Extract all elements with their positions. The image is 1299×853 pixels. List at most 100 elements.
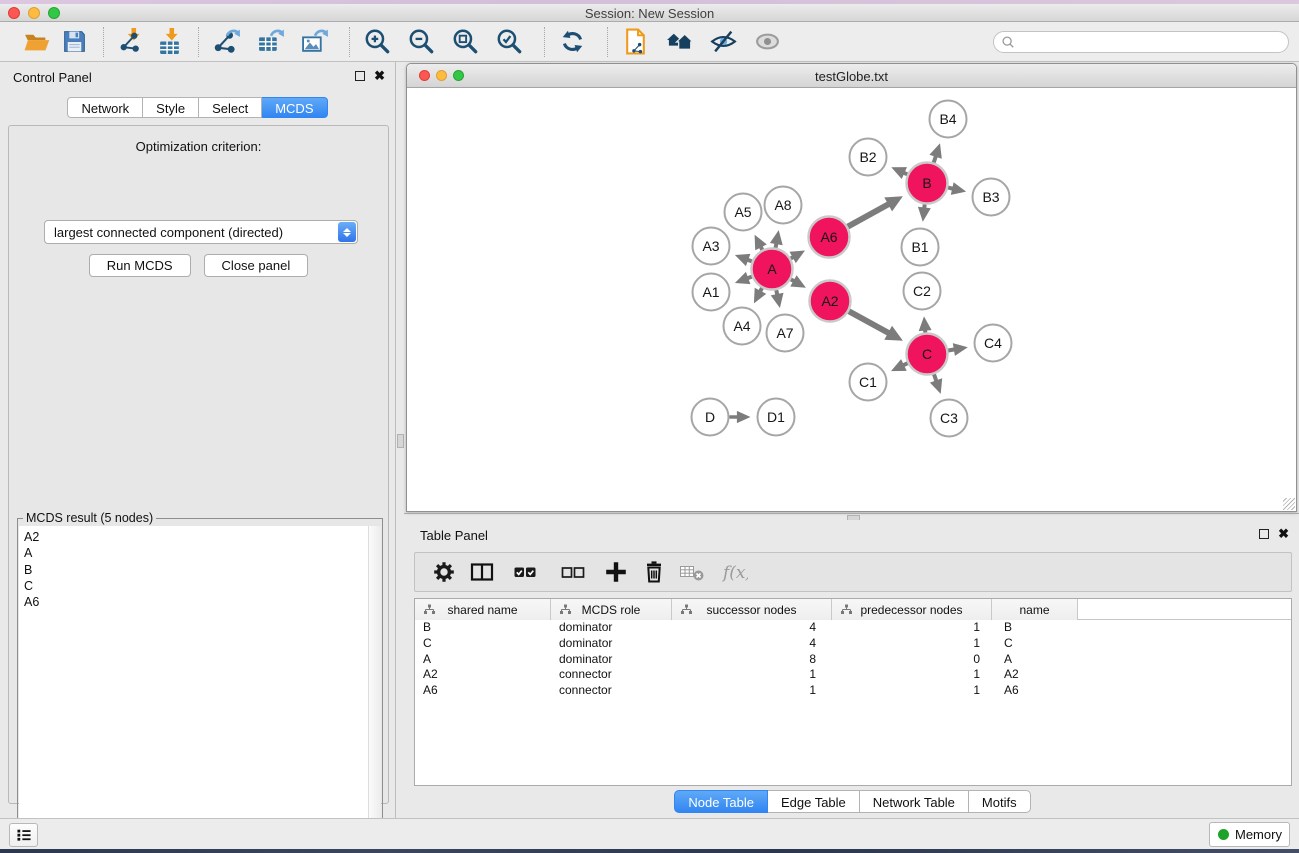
export-network-button[interactable]	[208, 26, 244, 58]
graph-node-C3[interactable]: C3	[931, 400, 968, 437]
close-panel-icon[interactable]: ✖	[374, 68, 385, 84]
graph-node-D[interactable]: D	[692, 399, 729, 436]
table-cell[interactable]: 8	[672, 652, 832, 668]
network-canvas[interactable]: B4B2BB3A8A5A6A3B1AA1C2A2A4A7C4CC1C3DD1	[407, 88, 1296, 511]
memory-button[interactable]: Memory	[1209, 822, 1290, 847]
table-cell[interactable]: A	[415, 652, 551, 668]
first-neighbors-button[interactable]	[661, 26, 697, 58]
graph-node-B4[interactable]: B4	[930, 101, 967, 138]
tab-select[interactable]: Select	[199, 97, 262, 118]
table-cell[interactable]: dominator	[551, 620, 672, 636]
graph-node-B[interactable]: B	[907, 163, 948, 204]
graph-node-A1[interactable]: A1	[693, 274, 730, 311]
run-mcds-button[interactable]: Run MCDS	[89, 254, 191, 277]
network-graph[interactable]: B4B2BB3A8A5A6A3B1AA1C2A2A4A7C4CC1C3DD1	[407, 88, 1296, 511]
table-cell[interactable]: A6	[415, 683, 551, 699]
graph-node-A3[interactable]: A3	[693, 228, 730, 265]
table-cell[interactable]: dominator	[551, 652, 672, 668]
tab-network-table[interactable]: Network Table	[860, 790, 969, 813]
split-view-button[interactable]	[465, 555, 499, 589]
graph-node-B3[interactable]: B3	[973, 179, 1010, 216]
export-image-button[interactable]	[296, 26, 332, 58]
graph-node-B2[interactable]: B2	[850, 139, 887, 176]
optimization-criterion-select[interactable]: largest connected component (directed)	[44, 220, 358, 244]
float-table-panel-icon[interactable]	[1259, 529, 1269, 539]
tab-network[interactable]: Network	[67, 97, 143, 118]
graph-node-A6[interactable]: A6	[809, 217, 850, 258]
table-cell[interactable]: 4	[672, 636, 832, 652]
result-list-scrollbar[interactable]	[368, 526, 381, 853]
table-cell[interactable]: 1	[672, 683, 832, 699]
table-cell[interactable]: 1	[672, 667, 832, 683]
mcds-result-item[interactable]: A2	[24, 529, 368, 545]
table-settings-button[interactable]	[427, 555, 461, 589]
table-row[interactable]: A2connector11A2	[415, 667, 1291, 683]
tab-edge-table[interactable]: Edge Table	[768, 790, 860, 813]
float-panel-icon[interactable]	[355, 71, 365, 81]
table-cell[interactable]: 1	[832, 636, 992, 652]
duplicate-network-button[interactable]	[617, 26, 653, 58]
tab-mcds[interactable]: MCDS	[262, 97, 327, 118]
graph-node-C1[interactable]: C1	[850, 364, 887, 401]
graph-node-C[interactable]: C	[907, 334, 948, 375]
search-field[interactable]	[993, 31, 1289, 53]
import-network-button[interactable]	[113, 26, 149, 58]
table-cell[interactable]: A2	[992, 667, 1078, 683]
function-builder-button[interactable]: f(x)	[713, 555, 757, 589]
refresh-layout-button[interactable]	[554, 26, 590, 58]
zoom-fit-button[interactable]	[447, 26, 483, 58]
resize-grip-icon[interactable]	[1283, 498, 1295, 510]
open-session-button[interactable]	[18, 26, 54, 58]
graph-node-A[interactable]: A	[752, 249, 793, 290]
delete-table-button[interactable]	[675, 555, 709, 589]
column-header-MCDS-role[interactable]: MCDS role	[551, 599, 672, 620]
table-cell[interactable]: 1	[832, 620, 992, 636]
table-cell[interactable]: dominator	[551, 636, 672, 652]
vertical-splitter[interactable]	[396, 62, 405, 818]
zoom-selected-button[interactable]	[491, 26, 527, 58]
edge-A6-B[interactable]	[848, 202, 893, 227]
select-all-columns-button[interactable]	[503, 555, 547, 589]
column-header-predecessor-nodes[interactable]: predecessor nodes	[832, 599, 992, 620]
table-cell[interactable]: 4	[672, 620, 832, 636]
table-cell[interactable]: 1	[832, 683, 992, 699]
mcds-result-item[interactable]: A	[24, 545, 368, 561]
graph-node-C2[interactable]: C2	[904, 273, 941, 310]
show-panels-button[interactable]	[9, 823, 38, 847]
search-input[interactable]	[1015, 33, 1288, 51]
graph-node-A5[interactable]: A5	[725, 194, 762, 231]
table-row[interactable]: Adominator80A	[415, 652, 1291, 668]
mcds-result-list[interactable]: A2ABCA6	[19, 526, 368, 853]
table-cell[interactable]: C	[992, 636, 1078, 652]
column-header-shared-name[interactable]: shared name	[415, 599, 551, 620]
zoom-in-button[interactable]	[359, 26, 395, 58]
export-table-button[interactable]	[252, 26, 288, 58]
hide-selected-button[interactable]	[705, 26, 741, 58]
table-cell[interactable]: B	[992, 620, 1078, 636]
mcds-result-item[interactable]: A6	[24, 594, 368, 610]
graph-node-A7[interactable]: A7	[767, 315, 804, 352]
table-row[interactable]: Cdominator41C	[415, 636, 1291, 652]
table-cell[interactable]: connector	[551, 683, 672, 699]
table-cell[interactable]: A	[992, 652, 1078, 668]
close-table-panel-icon[interactable]: ✖	[1278, 526, 1289, 542]
delete-column-button[interactable]	[637, 555, 671, 589]
table-cell[interactable]: 1	[832, 667, 992, 683]
deselect-all-columns-button[interactable]	[551, 555, 595, 589]
add-column-button[interactable]	[599, 555, 633, 589]
column-header-successor-nodes[interactable]: successor nodes	[672, 599, 832, 620]
network-window-titlebar[interactable]: testGlobe.txt	[407, 64, 1296, 88]
column-header-name[interactable]: name	[992, 599, 1078, 620]
table-cell[interactable]: B	[415, 620, 551, 636]
tab-motifs[interactable]: Motifs	[969, 790, 1031, 813]
graph-node-B1[interactable]: B1	[902, 229, 939, 266]
table-cell[interactable]: connector	[551, 667, 672, 683]
table-cell[interactable]: A2	[415, 667, 551, 683]
graph-node-A4[interactable]: A4	[724, 308, 761, 345]
graph-node-A8[interactable]: A8	[765, 187, 802, 224]
tab-node-table[interactable]: Node Table	[674, 790, 768, 813]
graph-node-C4[interactable]: C4	[975, 325, 1012, 362]
table-cell[interactable]: 0	[832, 652, 992, 668]
zoom-out-button[interactable]	[403, 26, 439, 58]
close-panel-button[interactable]: Close panel	[204, 254, 309, 277]
